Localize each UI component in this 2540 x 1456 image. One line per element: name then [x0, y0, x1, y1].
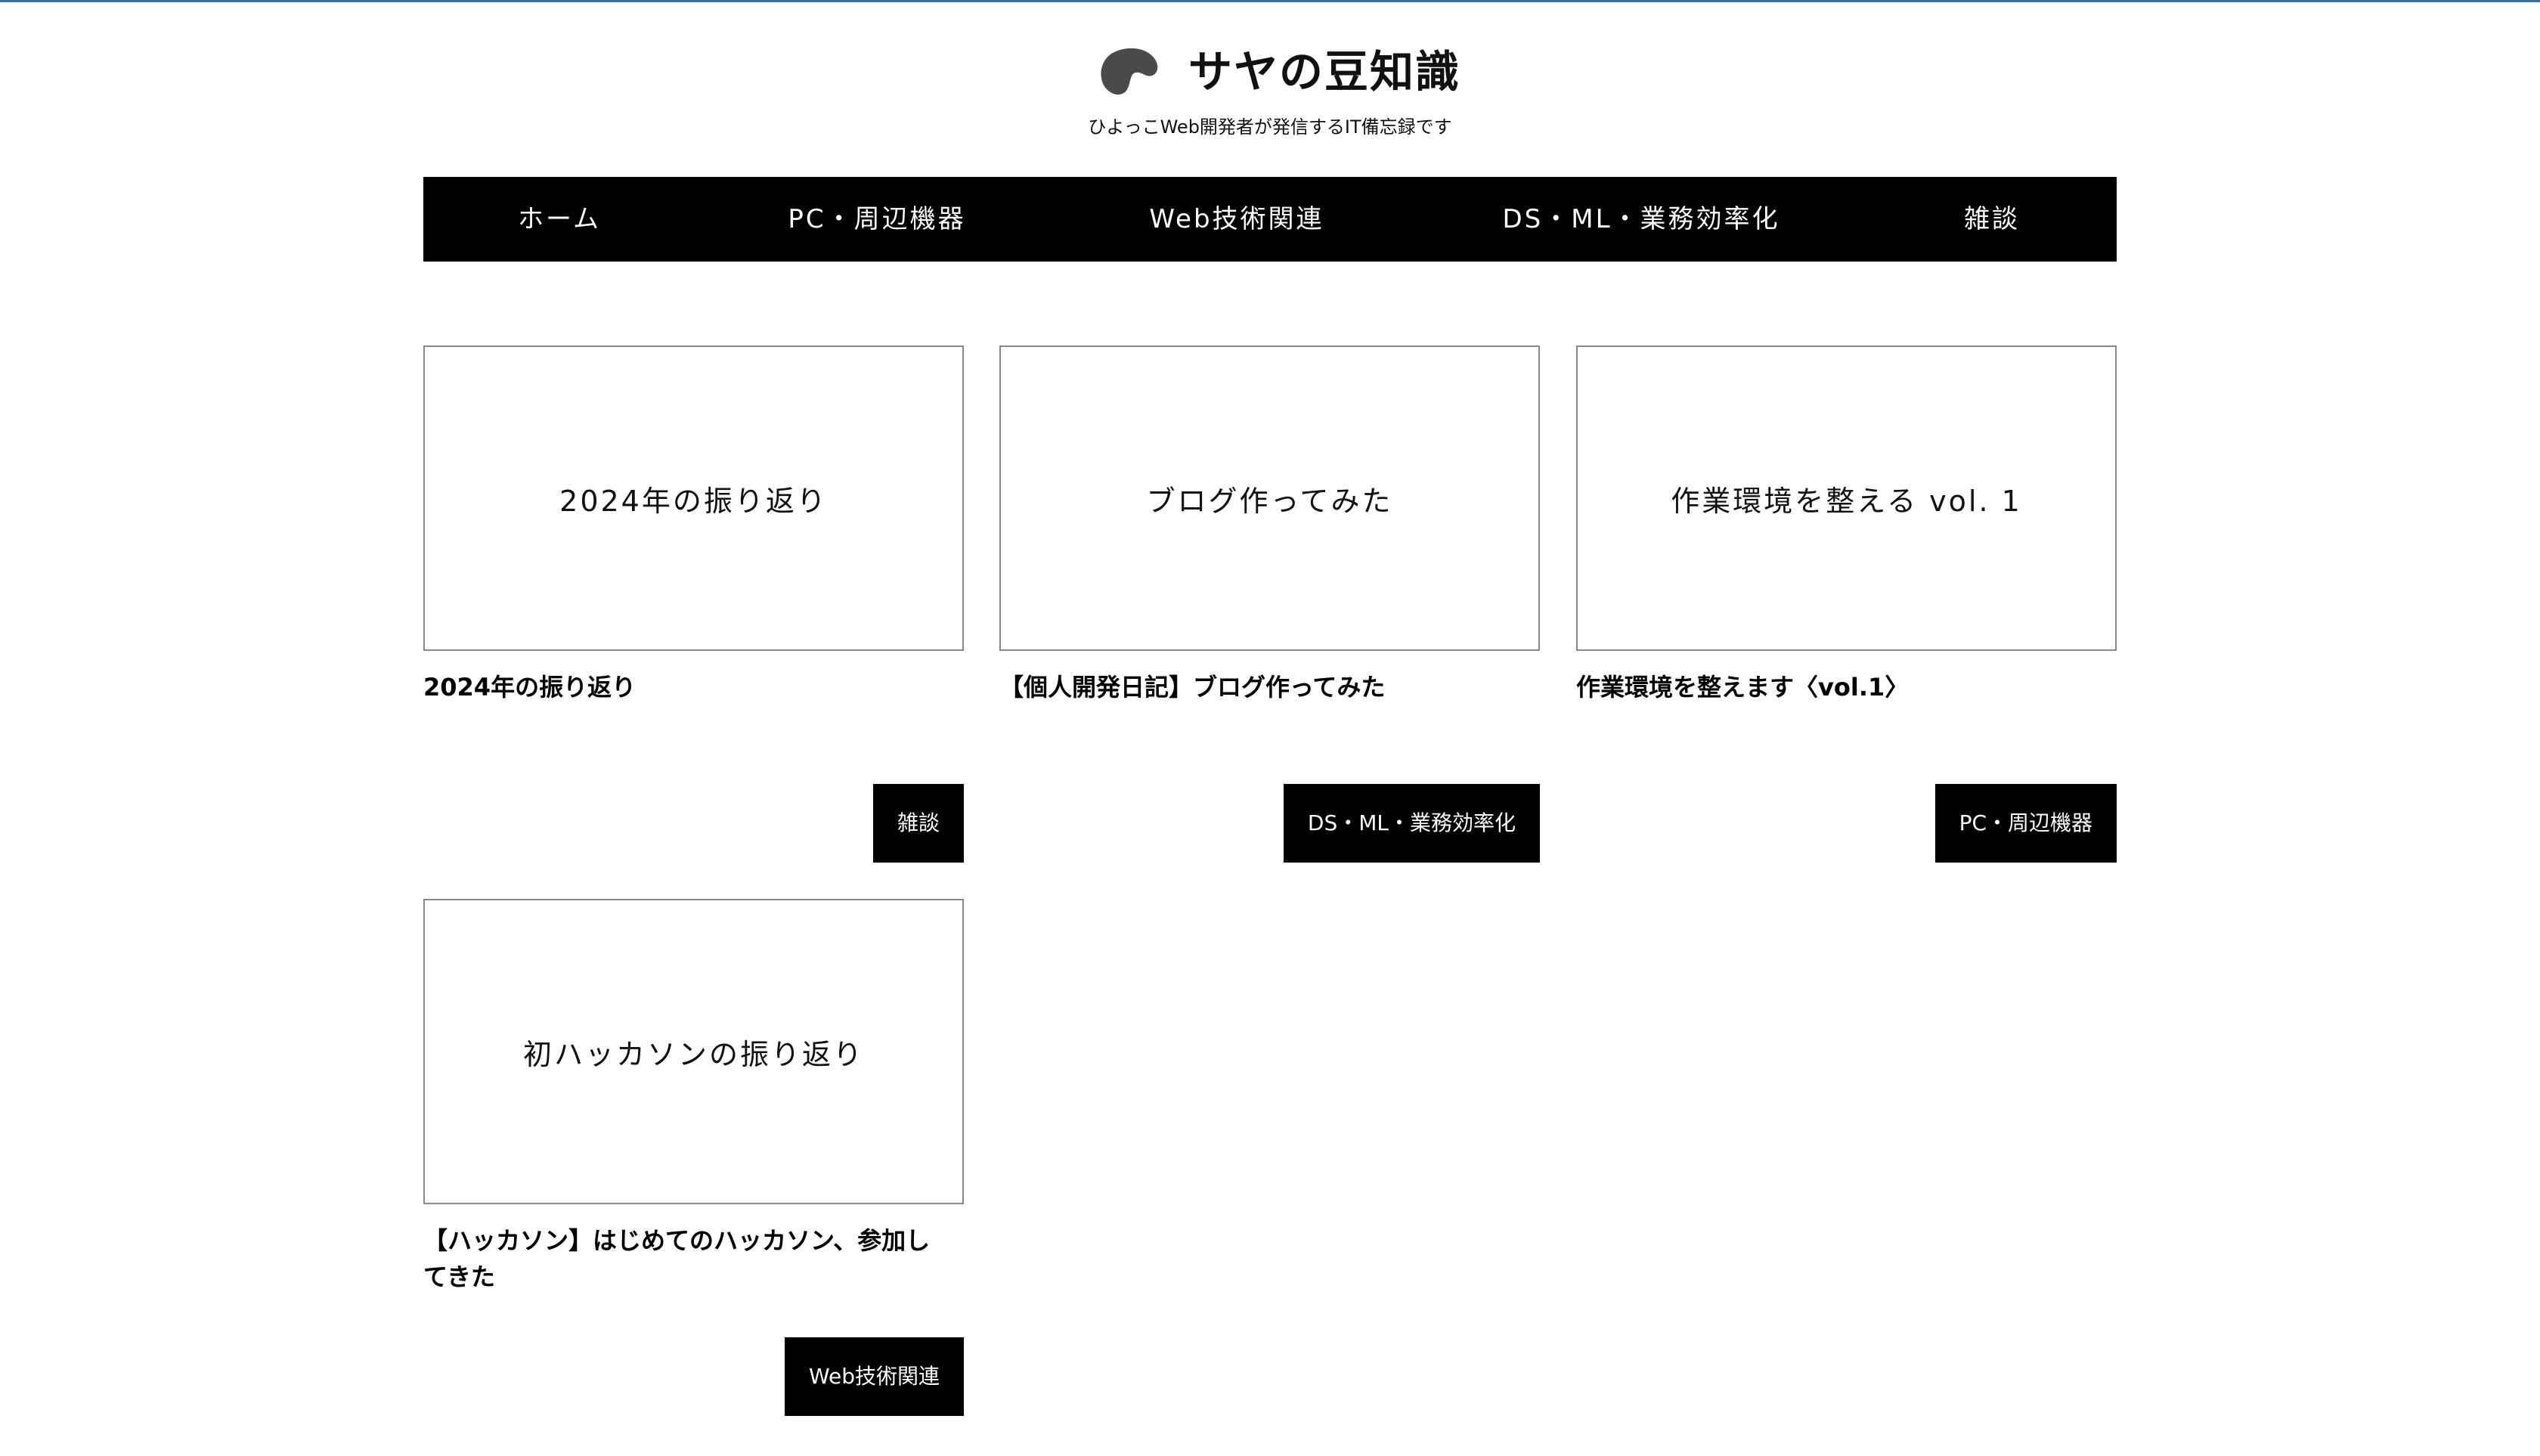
post-thumbnail[interactable]: ブログ作ってみた [999, 345, 1540, 651]
post-thumbnail[interactable]: 2024年の振り返り [423, 345, 964, 651]
nav-item-ds-ml[interactable]: DS・ML・業務効率化 [1502, 177, 1780, 262]
category-badge[interactable]: PC・周辺機器 [1934, 784, 2117, 863]
thumbnail-text: ブログ作ってみた [1146, 484, 1393, 518]
category-badge[interactable]: DS・ML・業務効率化 [1283, 784, 1540, 863]
post-title[interactable]: 作業環境を整えます〈vol.1〉 [1576, 669, 2117, 705]
thumbnail-text: 2024年の振り返り [559, 484, 828, 518]
site-header: サヤの豆知識 ひよっこWeb開発者が発信するIT備忘録です [0, 0, 2540, 166]
category-badge[interactable]: Web技術関連 [784, 1337, 964, 1416]
nav-item-home[interactable]: ホーム [518, 177, 601, 262]
thumbnail-text: 初ハッカソンの振り返り [522, 1037, 864, 1071]
bean-logo-icon [1101, 48, 1158, 95]
nav-item-web-tech[interactable]: Web技術関連 [1149, 177, 1324, 262]
global-nav: ホーム PC・周辺機器 Web技術関連 DS・ML・業務効率化 雑談 [423, 177, 2117, 262]
nav-item-chat[interactable]: 雑談 [1964, 177, 2020, 262]
category-badge[interactable]: 雑談 [872, 784, 964, 863]
nav-item-pc-peripherals[interactable]: PC・周辺機器 [788, 177, 965, 262]
post-thumbnail[interactable]: 作業環境を整える vol. 1 [1576, 345, 2117, 651]
post-title[interactable]: 【ハッカソン】はじめてのハッカソン、参加してきた [423, 1222, 952, 1295]
post-title[interactable]: 2024年の振り返り [423, 669, 964, 705]
post-thumbnail[interactable]: 初ハッカソンの振り返り [423, 899, 964, 1204]
site-tagline: ひよっこWeb開発者が発信するIT備忘録です [1088, 116, 1452, 138]
site-logo[interactable]: サヤの豆知識 [1096, 42, 1460, 102]
site-title[interactable]: サヤの豆知識 [1188, 42, 1460, 102]
thumbnail-text: 作業環境を整える vol. 1 [1671, 484, 2022, 518]
post-title[interactable]: 【個人開発日記】ブログ作ってみた [999, 669, 1540, 705]
